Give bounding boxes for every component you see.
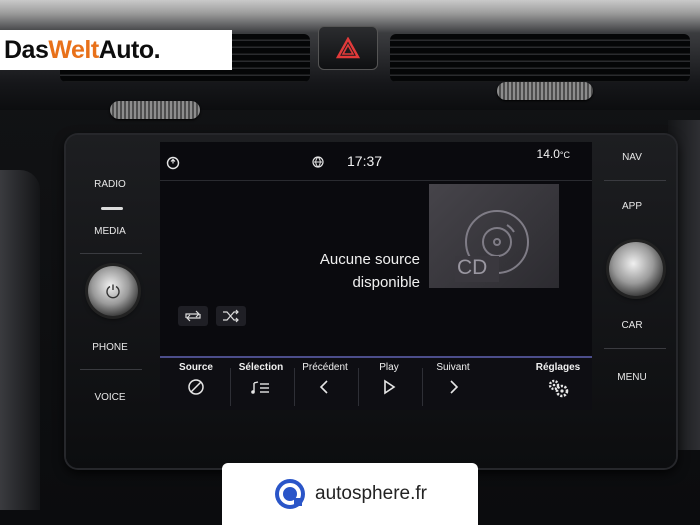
logo-auto: Auto. — [98, 35, 161, 64]
media-indicator-led — [101, 207, 123, 210]
divider — [80, 253, 142, 254]
media-button[interactable]: MEDIA — [75, 226, 145, 237]
source-label: Source — [179, 362, 213, 373]
play-label: Play — [379, 362, 399, 373]
message-line-1: Aucune source — [319, 251, 420, 268]
radio-button[interactable]: RADIO — [75, 179, 145, 190]
divider — [80, 369, 142, 370]
next-label: Suivant — [436, 362, 470, 373]
vent-knob-right[interactable] — [497, 82, 593, 100]
temperature-unit: °C — [559, 150, 570, 160]
vent-knob-left[interactable] — [110, 101, 200, 119]
shuffle-icon — [223, 309, 239, 323]
previous-button[interactable]: Précédent — [293, 360, 357, 410]
home-icon[interactable] — [166, 156, 180, 170]
menu-button[interactable]: MENU — [597, 372, 667, 383]
source-disc-icon — [188, 379, 204, 395]
message-line-2: disponible — [352, 274, 420, 291]
car-button[interactable]: CAR — [597, 320, 667, 331]
outside-temperature: 14.0°C — [537, 147, 570, 161]
selection-label: Sélection — [238, 362, 284, 373]
bottom-bar-accent — [160, 356, 592, 358]
cd-icon — [455, 210, 529, 282]
selection-button[interactable]: Sélection — [229, 360, 293, 410]
previous-label: Précédent — [302, 362, 348, 373]
playlist-icon — [251, 381, 269, 394]
play-icon — [384, 379, 396, 395]
left-trim — [0, 170, 40, 510]
divider — [604, 180, 666, 181]
car-interior-photo: Das Welt Auto. RADIO MEDIA PHONE VOICE N… — [0, 0, 700, 525]
gears-icon — [548, 379, 569, 398]
play-button[interactable]: Play — [357, 360, 421, 410]
nav-button[interactable]: NAV — [597, 152, 667, 163]
no-source-message: Aucune source disponible — [260, 248, 420, 294]
temperature-value: 14.0 — [536, 147, 560, 161]
tune-knob[interactable] — [609, 242, 663, 296]
phone-button[interactable]: PHONE — [75, 342, 145, 353]
status-bar: 17:37 14.0°C — [160, 142, 592, 180]
shuffle-button[interactable] — [216, 306, 246, 326]
hazard-triangle-icon — [336, 37, 360, 59]
cd-label: CD — [457, 256, 488, 279]
chevron-left-icon — [319, 380, 328, 394]
divider — [604, 348, 666, 349]
voice-button[interactable]: VOICE — [75, 392, 145, 403]
sync-icon — [312, 156, 324, 168]
logo-das: Das — [4, 35, 49, 64]
touch-screen[interactable]: 17:37 14.0°C Aucune source disponible CD — [160, 142, 592, 410]
source-button[interactable]: Source — [164, 360, 228, 410]
logo-welt: Welt — [48, 35, 99, 64]
autosphere-text: autosphere.fr — [315, 483, 427, 504]
volume-knob[interactable] — [88, 266, 138, 316]
settings-button[interactable]: Réglages — [526, 360, 590, 410]
das-weltauto-logo: Das Welt Auto. — [0, 30, 232, 70]
next-button[interactable]: Suivant — [421, 360, 485, 410]
repeat-button[interactable] — [178, 306, 208, 326]
infotainment-unit: RADIO MEDIA PHONE VOICE NAV APP CAR MENU — [66, 135, 676, 468]
repeat-icon — [185, 310, 201, 322]
autosphere-watermark: autosphere.fr — [222, 463, 478, 525]
air-vent-right — [390, 34, 690, 82]
app-button[interactable]: APP — [597, 201, 667, 212]
autosphere-logo-icon — [275, 479, 306, 509]
settings-label: Réglages — [535, 362, 581, 373]
power-icon — [106, 284, 120, 299]
cd-cover-art: CD — [429, 184, 559, 288]
status-divider — [160, 180, 592, 181]
clock: 17:37 — [347, 153, 383, 169]
hazard-button[interactable] — [318, 26, 378, 70]
chevron-right-icon — [450, 380, 459, 394]
